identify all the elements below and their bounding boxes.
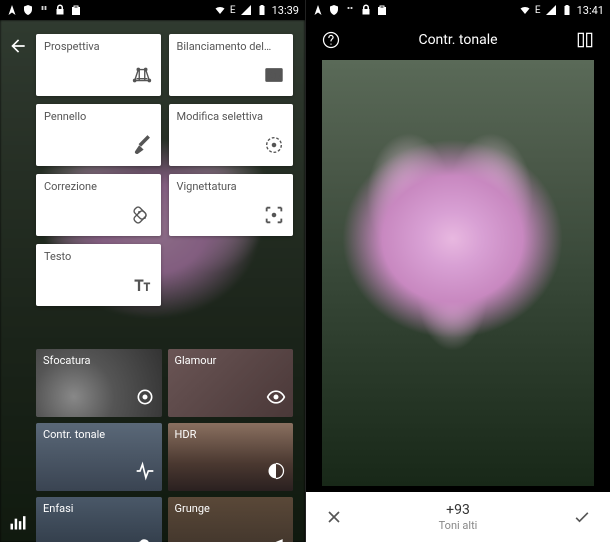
signal-icon bbox=[240, 4, 252, 16]
tool-vignettatura[interactable]: Vignettatura bbox=[169, 174, 294, 236]
tool-label: Pennello bbox=[44, 110, 153, 123]
perspective-icon bbox=[131, 64, 153, 90]
battery-icon bbox=[561, 4, 573, 16]
dropbox-icon bbox=[38, 4, 50, 16]
screen-tools-filters: E 13:39 Prospettiva Bilanciamento del… W… bbox=[0, 0, 305, 542]
cancel-button[interactable] bbox=[318, 507, 350, 527]
parameter-name: Toni alti bbox=[350, 519, 566, 532]
tool-label: Vignettatura bbox=[177, 180, 286, 193]
white-balance-icon: WB bbox=[263, 64, 285, 90]
location-icon bbox=[312, 4, 324, 16]
svg-text:T: T bbox=[134, 277, 143, 295]
photo-canvas[interactable] bbox=[322, 60, 594, 486]
hdr-icon bbox=[266, 461, 286, 485]
network-type: E bbox=[230, 5, 236, 16]
tool-label: Modifica selettiva bbox=[177, 110, 286, 123]
filter-glamour[interactable]: Glamour bbox=[168, 349, 294, 417]
shield-icon bbox=[328, 4, 340, 16]
tool-label: Correzione bbox=[44, 180, 153, 193]
dropbox-icon bbox=[344, 4, 356, 16]
svg-text:B: B bbox=[276, 73, 280, 81]
tool-selettiva[interactable]: Modifica selettiva bbox=[169, 104, 294, 166]
filter-enfasi[interactable]: Enfasi bbox=[36, 497, 162, 542]
help-button[interactable] bbox=[316, 30, 346, 50]
parameter-value: +93 bbox=[350, 502, 566, 519]
tool-bilanciamento[interactable]: Bilanciamento del… WB bbox=[169, 34, 294, 96]
pulse-icon bbox=[135, 461, 155, 485]
screen-editor: E 13:41 Contr. tonale +93 Toni alti bbox=[305, 0, 610, 542]
tool-label: Testo bbox=[44, 250, 153, 263]
photo-content bbox=[322, 60, 594, 486]
filter-label: Grunge bbox=[175, 502, 210, 515]
filter-contr-tonale[interactable]: Contr. tonale bbox=[36, 423, 162, 491]
healing-icon bbox=[131, 204, 153, 230]
tool-pennello[interactable]: Pennello bbox=[36, 104, 161, 166]
tool-label: Bilanciamento del… bbox=[177, 40, 286, 53]
brush-icon bbox=[131, 134, 153, 160]
lock-icon bbox=[360, 4, 372, 16]
wifi-icon bbox=[519, 4, 531, 16]
tool-label: Prospettiva bbox=[44, 40, 153, 53]
status-bar: E 13:41 bbox=[306, 0, 610, 20]
filter-label: Glamour bbox=[175, 354, 217, 367]
editor-title: Contr. tonale bbox=[346, 32, 570, 48]
wifi-icon bbox=[214, 4, 226, 16]
target-icon bbox=[135, 387, 155, 411]
clipboard-icon bbox=[70, 4, 82, 16]
histogram-button[interactable] bbox=[8, 512, 28, 536]
text-icon: TT bbox=[131, 274, 153, 300]
editor-bottom-bar: +93 Toni alti bbox=[306, 492, 610, 542]
battery-icon bbox=[256, 4, 268, 16]
filter-hdr[interactable]: HDR bbox=[168, 423, 294, 491]
megaphone-icon bbox=[266, 535, 286, 542]
editor-header: Contr. tonale bbox=[306, 20, 610, 60]
tool-correzione[interactable]: Correzione bbox=[36, 174, 161, 236]
filter-label: Sfocatura bbox=[43, 354, 91, 367]
signal-icon bbox=[545, 4, 557, 16]
selective-icon bbox=[263, 134, 285, 160]
clock: 13:39 bbox=[272, 4, 299, 17]
vignette-icon bbox=[263, 204, 285, 230]
eye-icon bbox=[266, 387, 286, 411]
shield-icon bbox=[22, 4, 34, 16]
location-icon bbox=[6, 4, 18, 16]
clock: 13:41 bbox=[577, 4, 604, 17]
filter-label: Enfasi bbox=[43, 502, 74, 515]
apply-button[interactable] bbox=[566, 507, 598, 527]
cloud-icon bbox=[135, 535, 155, 542]
filter-label: HDR bbox=[175, 428, 197, 441]
clipboard-icon bbox=[376, 4, 388, 16]
network-type: E bbox=[535, 5, 541, 16]
lock-icon bbox=[54, 4, 66, 16]
status-bar: E 13:39 bbox=[0, 0, 305, 20]
svg-text:T: T bbox=[143, 283, 149, 294]
tool-prospettiva[interactable]: Prospettiva bbox=[36, 34, 161, 96]
tool-grid: Prospettiva Bilanciamento del… WB Pennel… bbox=[0, 34, 305, 306]
filter-grunge[interactable]: Grunge bbox=[168, 497, 294, 542]
filter-grid: Sfocatura Glamour Contr. tonale HDR Enfa bbox=[0, 349, 305, 542]
compare-button[interactable] bbox=[570, 30, 600, 50]
filter-label: Contr. tonale bbox=[43, 428, 105, 441]
tool-testo[interactable]: Testo TT bbox=[36, 244, 161, 306]
parameter-display[interactable]: +93 Toni alti bbox=[350, 502, 566, 532]
filter-sfocatura[interactable]: Sfocatura bbox=[36, 349, 162, 417]
